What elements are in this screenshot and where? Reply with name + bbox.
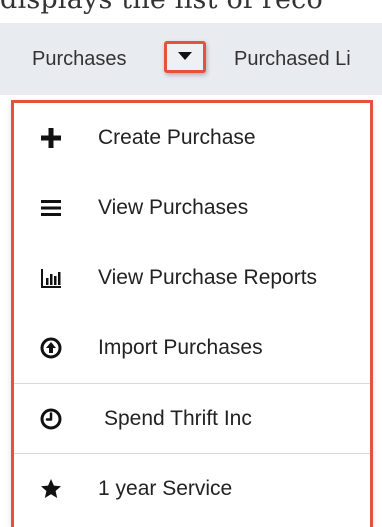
menu-item-view-purchase-reports[interactable]: View Purchase Reports — [14, 243, 370, 313]
upload-icon — [40, 337, 62, 359]
menu-item-recent-spend-thrift-inc[interactable]: Spend Thrift Inc — [14, 383, 370, 453]
purchases-dropdown-menu: Create Purchase View Purchases View Purc… — [11, 100, 373, 527]
menu-item-view-purchases[interactable]: View Purchases — [14, 173, 370, 243]
menu-item-label: Spend Thrift Inc — [104, 407, 252, 430]
menu-item-label: 1 year Service — [98, 477, 233, 500]
list-icon — [41, 200, 61, 216]
menu-item-label: View Purchases — [98, 196, 249, 219]
menu-item-label: Create Purchase — [98, 126, 256, 149]
nav-tab-purchased-line-items[interactable]: Purchased Li — [234, 23, 351, 95]
caret-down-icon — [178, 52, 192, 60]
menu-item-label: View Purchase Reports — [98, 266, 318, 289]
menu-item-create-purchase[interactable]: Create Purchase — [14, 103, 370, 173]
purchases-dropdown-toggle[interactable] — [164, 41, 206, 73]
nav-tab-purchases[interactable]: Purchases — [32, 23, 127, 95]
bar-chart-icon — [41, 269, 61, 288]
menu-item-label: Import Purchases — [98, 336, 263, 359]
menu-item-favorite-1-year-service[interactable]: 1 year Service — [14, 453, 370, 523]
document-text-fragment: displays the list of reco — [0, 0, 323, 15]
clock-icon — [40, 408, 62, 429]
star-icon — [41, 478, 61, 498]
plus-icon — [41, 128, 61, 148]
menu-item-import-purchases[interactable]: Import Purchases — [14, 313, 370, 383]
page: displays the list of reco Purchases Purc… — [0, 0, 382, 527]
